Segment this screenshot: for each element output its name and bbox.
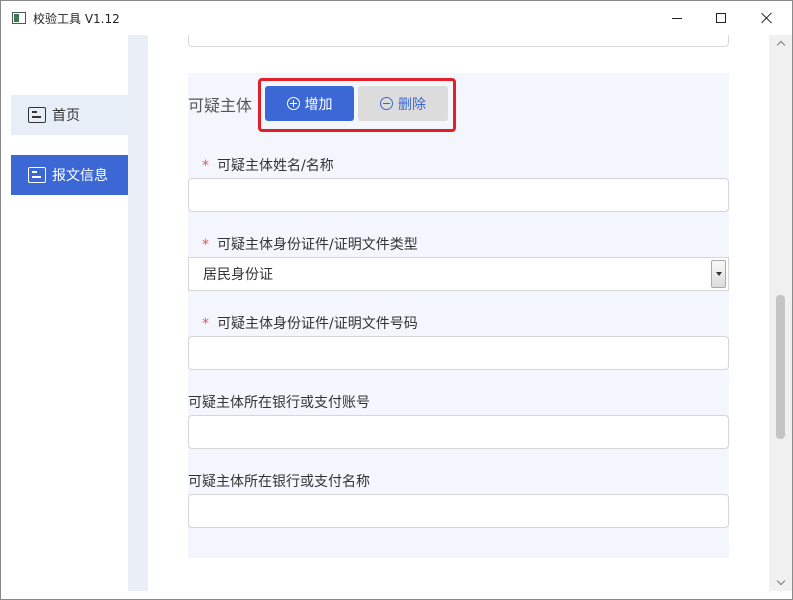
plus-circle-icon [286, 97, 300, 110]
bank-name-input[interactable] [188, 494, 729, 528]
scroll-down-button[interactable] [769, 574, 792, 591]
id-type-label: * 可疑主体身份证件/证明文件类型 [202, 237, 418, 253]
scroll-up-button[interactable] [769, 35, 792, 52]
id-type-selected-value: 居民身份证 [203, 267, 273, 283]
previous-field-input[interactable] [188, 35, 729, 47]
app-window-icon [12, 12, 26, 24]
chevron-down-icon [776, 576, 785, 586]
title-bar: 校验工具 V1.12 [1, 1, 792, 35]
sidebar-item-label: 报文信息 [52, 168, 108, 184]
account-label: 可疑主体所在银行或支付账号 [188, 395, 370, 411]
content-gutter [128, 35, 148, 591]
add-button[interactable]: 增加 [265, 86, 354, 121]
document-icon [28, 107, 46, 123]
app-window: 校验工具 V1.12 首页 报文信息 可疑主体 增加 删除 * 可疑主体姓名/名… [0, 0, 793, 600]
minimize-icon [672, 17, 682, 19]
id-type-select[interactable]: 居民身份证 [188, 257, 729, 291]
delete-button[interactable]: 删除 [358, 86, 448, 121]
maximize-button[interactable] [698, 1, 744, 35]
subject-name-input[interactable] [188, 178, 729, 212]
name-label: * 可疑主体姓名/名称 [202, 158, 334, 174]
bank-name-label: 可疑主体所在银行或支付名称 [188, 474, 370, 490]
window-title: 校验工具 V1.12 [33, 12, 120, 26]
required-marker: * [202, 158, 209, 174]
minus-circle-icon [380, 97, 393, 110]
suspicious-subject-panel: 可疑主体 增加 删除 * 可疑主体姓名/名称 * 可疑主体身份证件/证明文件类型 居… [188, 73, 729, 558]
sidebar-item-home[interactable]: 首页 [11, 95, 128, 135]
minimize-button[interactable] [654, 1, 700, 35]
add-button-label: 增加 [304, 96, 333, 113]
close-button[interactable] [744, 1, 790, 35]
maximize-icon [716, 13, 726, 23]
sidebar: 首页 报文信息 [2, 35, 128, 591]
document-icon [28, 167, 46, 183]
close-icon [761, 12, 773, 24]
section-title: 可疑主体 [188, 96, 253, 115]
id-number-input[interactable] [188, 336, 729, 370]
id-number-label: * 可疑主体身份证件/证明文件号码 [202, 316, 418, 332]
chevron-up-icon [776, 40, 785, 50]
account-input[interactable] [188, 415, 729, 449]
delete-button-label: 删除 [398, 96, 426, 113]
sidebar-item-report-info[interactable]: 报文信息 [11, 155, 128, 195]
main-content: 可疑主体 增加 删除 * 可疑主体姓名/名称 * 可疑主体身份证件/证明文件类型 居… [148, 35, 769, 591]
dropdown-arrow-icon[interactable] [711, 260, 726, 288]
required-marker: * [202, 237, 209, 253]
required-marker: * [202, 316, 209, 332]
scrollbar-thumb[interactable] [776, 295, 785, 439]
sidebar-item-label: 首页 [52, 108, 80, 124]
vertical-scrollbar[interactable] [769, 35, 792, 591]
